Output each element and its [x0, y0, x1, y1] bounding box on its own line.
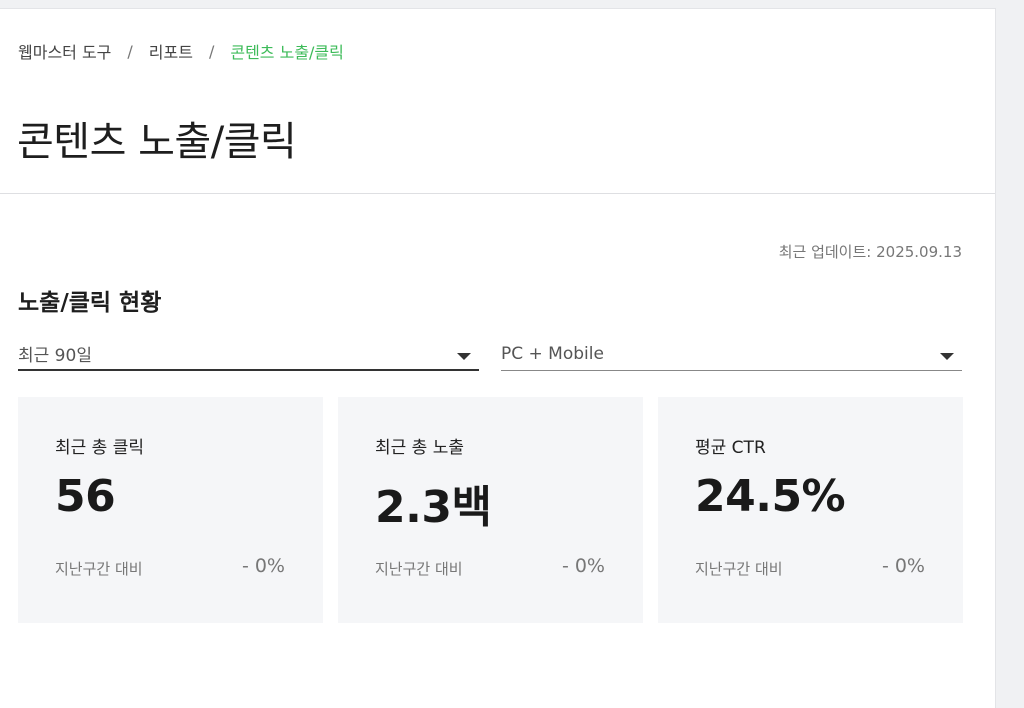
stat-card-label: 최근 총 노출 [375, 438, 465, 458]
page-title: 콘텐츠 노출/클릭 [17, 119, 297, 165]
breadcrumb: 웹마스터 도구 / 리포트 / 콘텐츠 노출/클릭 [18, 39, 344, 63]
breadcrumb-current: 콘텐츠 노출/클릭 [230, 43, 344, 62]
header-divider [0, 193, 995, 194]
stat-card-value: 56 [55, 471, 116, 522]
stat-card-impressions: 최근 총 노출 2.3백 지난구간 대비 - 0% [338, 397, 643, 623]
stat-card-ctr: 평균 CTR 24.5% 지난구간 대비 - 0% [658, 397, 963, 623]
stat-card-value: 2.3백 [375, 482, 492, 533]
stat-card-compare-label: 지난구간 대비 [375, 560, 463, 578]
stat-card-compare-label: 지난구간 대비 [55, 560, 143, 578]
device-select[interactable]: PC + Mobile [501, 337, 962, 371]
breadcrumb-separator: / [208, 41, 215, 61]
device-select-value: PC + Mobile [501, 343, 604, 364]
period-select[interactable]: 최근 90일 [18, 337, 479, 371]
last-updated-text: 최근 업데이트: 2025.09.13 [778, 243, 962, 261]
section-title: 노출/클릭 현황 [18, 290, 162, 316]
stat-card-compare-label: 지난구간 대비 [695, 560, 783, 578]
stat-card-value: 24.5% [695, 471, 846, 522]
breadcrumb-item-webmaster-tools[interactable]: 웹마스터 도구 [18, 39, 111, 63]
main-panel: 웹마스터 도구 / 리포트 / 콘텐츠 노출/클릭 콘텐츠 노출/클릭 최근 업… [0, 8, 996, 708]
breadcrumb-item-report[interactable]: 리포트 [149, 39, 193, 63]
breadcrumb-separator: / [127, 41, 133, 61]
period-select-value: 최근 90일 [18, 345, 92, 366]
stat-card-label: 최근 총 클릭 [55, 438, 145, 458]
stat-card-delta: - 0% [881, 555, 925, 577]
stat-card-label: 평균 CTR [695, 438, 766, 458]
chevron-down-icon [457, 352, 471, 360]
stat-card-delta: - 0% [561, 555, 605, 577]
stat-card-delta: - 0% [241, 555, 285, 577]
chevron-down-icon [940, 353, 954, 360]
stat-card-clicks: 최근 총 클릭 56 지난구간 대비 - 0% [18, 397, 323, 623]
